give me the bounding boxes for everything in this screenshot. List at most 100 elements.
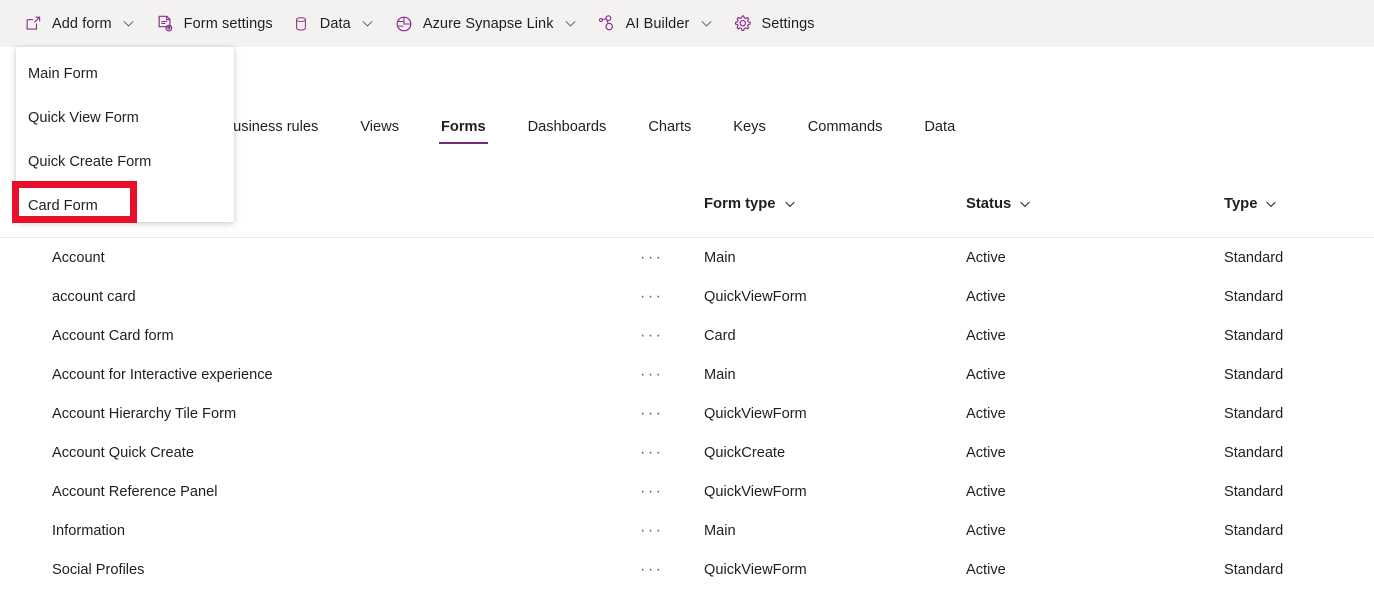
cell-form-type: Main bbox=[704, 522, 736, 539]
cell-form-name[interactable]: Account bbox=[0, 250, 640, 266]
ai-builder-icon bbox=[597, 14, 617, 34]
add-form-icon bbox=[23, 14, 43, 34]
table-row[interactable]: Account Hierarchy Tile Form ··· QuickViewF… bbox=[0, 394, 1374, 433]
table-row[interactable]: Account ··· Main Active Standard bbox=[0, 238, 1374, 277]
column-header-form-type[interactable]: Form type bbox=[692, 196, 954, 212]
table-row[interactable]: Account Reference Panel ··· QuickViewForm A… bbox=[0, 472, 1374, 511]
row-actions-cell: ··· bbox=[640, 288, 692, 304]
cell-status: Active bbox=[966, 522, 1006, 539]
menu-item-main-form[interactable]: Main Form bbox=[16, 52, 234, 96]
data-button[interactable]: Data bbox=[282, 5, 385, 43]
ai-builder-button[interactable]: AI Builder bbox=[588, 5, 724, 43]
cell-type: Standard bbox=[1224, 327, 1284, 344]
cell-form-name[interactable]: Account Card form bbox=[0, 328, 640, 344]
more-options-icon[interactable]: ··· bbox=[640, 249, 663, 265]
form-settings-icon bbox=[155, 14, 175, 34]
command-bar: Add form Form settings Data Azure Synaps… bbox=[0, 0, 1374, 47]
cell-status: Active bbox=[966, 327, 1006, 344]
form-settings-button[interactable]: Form settings bbox=[146, 5, 282, 43]
table-row[interactable]: Social Profiles ··· QuickViewForm Active Sta… bbox=[0, 550, 1374, 589]
cell-type: Standard bbox=[1224, 522, 1284, 539]
cell-form-type: QuickCreate bbox=[704, 444, 786, 461]
chevron-down-icon[interactable] bbox=[360, 16, 376, 32]
cell-form-type: Main bbox=[704, 249, 736, 266]
column-header-type-label: Type bbox=[1224, 196, 1258, 212]
tab-business-rules[interactable]: Business rules bbox=[221, 115, 320, 144]
tab-dashboards[interactable]: Dashboards bbox=[526, 115, 609, 144]
cell-status: Active bbox=[966, 366, 1006, 383]
more-options-icon[interactable]: ··· bbox=[640, 561, 663, 577]
database-icon bbox=[291, 14, 311, 34]
table-body: Account ··· Main Active Standard account card… bbox=[0, 238, 1374, 589]
row-actions-cell: ··· bbox=[640, 327, 692, 343]
table-row[interactable]: Account Card form ··· Card Active Standard bbox=[0, 316, 1374, 355]
cell-form-type: Card bbox=[704, 327, 736, 344]
cell-form-name[interactable]: account card bbox=[0, 289, 640, 305]
cell-form-name[interactable]: Social Profiles bbox=[0, 562, 640, 578]
forms-table: Form type Status Type Account ··· Main Acti… bbox=[0, 196, 1374, 589]
table-row[interactable]: Information ··· Main Active Standard bbox=[0, 511, 1374, 550]
chevron-down-icon[interactable] bbox=[563, 16, 579, 32]
chevron-down-icon[interactable] bbox=[698, 16, 714, 32]
tab-keys[interactable]: Keys bbox=[731, 115, 767, 144]
cell-type: Standard bbox=[1224, 249, 1284, 266]
tab-charts[interactable]: Charts bbox=[646, 115, 693, 144]
cell-form-type: QuickViewForm bbox=[704, 405, 807, 422]
table-row[interactable]: Account Quick Create ··· QuickCreate Active… bbox=[0, 433, 1374, 472]
row-actions-cell: ··· bbox=[640, 444, 692, 460]
row-actions-cell: ··· bbox=[640, 522, 692, 538]
cell-status: Active bbox=[966, 405, 1006, 422]
cell-form-name[interactable]: Account Quick Create bbox=[0, 445, 640, 461]
settings-label: Settings bbox=[761, 15, 815, 32]
chevron-down-icon[interactable] bbox=[1018, 197, 1032, 211]
chevron-down-icon[interactable] bbox=[121, 16, 137, 32]
tab-forms[interactable]: Forms bbox=[439, 115, 488, 144]
cell-form-name[interactable]: Account for Interactive experience bbox=[0, 367, 640, 383]
cell-type: Standard bbox=[1224, 561, 1284, 578]
chevron-down-icon[interactable] bbox=[783, 197, 797, 211]
azure-synapse-link-button[interactable]: Azure Synapse Link bbox=[385, 5, 588, 43]
tab-views[interactable]: Views bbox=[358, 115, 401, 144]
menu-item-card-form[interactable]: Card Form bbox=[16, 184, 234, 228]
column-header-status-label: Status bbox=[966, 196, 1012, 212]
more-options-icon[interactable]: ··· bbox=[640, 483, 663, 499]
chevron-down-icon[interactable] bbox=[1264, 197, 1278, 211]
cell-form-name[interactable]: Account Reference Panel bbox=[0, 484, 640, 500]
settings-button[interactable]: Settings bbox=[723, 5, 823, 43]
cell-form-name[interactable]: Account Hierarchy Tile Form bbox=[0, 406, 640, 422]
more-options-icon[interactable]: ··· bbox=[640, 444, 663, 460]
cell-form-type: QuickViewForm bbox=[704, 561, 807, 578]
azure-synapse-icon bbox=[394, 14, 414, 34]
tab-commands[interactable]: Commands bbox=[806, 115, 885, 144]
more-options-icon[interactable]: ··· bbox=[640, 366, 663, 382]
add-form-label: Add form bbox=[52, 15, 112, 32]
azure-synapse-link-label: Azure Synapse Link bbox=[422, 15, 554, 32]
menu-item-quick-create-form[interactable]: Quick Create Form bbox=[16, 140, 234, 184]
more-options-icon[interactable]: ··· bbox=[640, 288, 663, 304]
data-label: Data bbox=[319, 15, 351, 32]
cell-type: Standard bbox=[1224, 288, 1284, 305]
column-header-form-type-label: Form type bbox=[704, 196, 776, 212]
row-actions-cell: ··· bbox=[640, 483, 692, 499]
row-actions-cell: ··· bbox=[640, 561, 692, 577]
column-header-type[interactable]: Type bbox=[1212, 196, 1374, 212]
cell-status: Active bbox=[966, 561, 1006, 578]
add-form-button[interactable]: Add form bbox=[14, 5, 146, 43]
table-row[interactable]: Account for Interactive experience ··· Mai… bbox=[0, 355, 1374, 394]
table-row[interactable]: account card ··· QuickViewForm Active Standa… bbox=[0, 277, 1374, 316]
form-settings-label: Form settings bbox=[183, 15, 273, 32]
row-actions-cell: ··· bbox=[640, 405, 692, 421]
cell-form-type: QuickViewForm bbox=[704, 288, 807, 305]
menu-item-quick-view-form[interactable]: Quick View Form bbox=[16, 96, 234, 140]
cell-form-type: QuickViewForm bbox=[704, 483, 807, 500]
cell-type: Standard bbox=[1224, 483, 1284, 500]
more-options-icon[interactable]: ··· bbox=[640, 522, 663, 538]
more-options-icon[interactable]: ··· bbox=[640, 327, 663, 343]
tab-data[interactable]: Data bbox=[922, 115, 957, 144]
ai-builder-label: AI Builder bbox=[625, 15, 690, 32]
cell-form-name[interactable]: Information bbox=[0, 523, 640, 539]
cell-type: Standard bbox=[1224, 405, 1284, 422]
cell-status: Active bbox=[966, 288, 1006, 305]
column-header-status[interactable]: Status bbox=[954, 196, 1212, 212]
more-options-icon[interactable]: ··· bbox=[640, 405, 663, 421]
